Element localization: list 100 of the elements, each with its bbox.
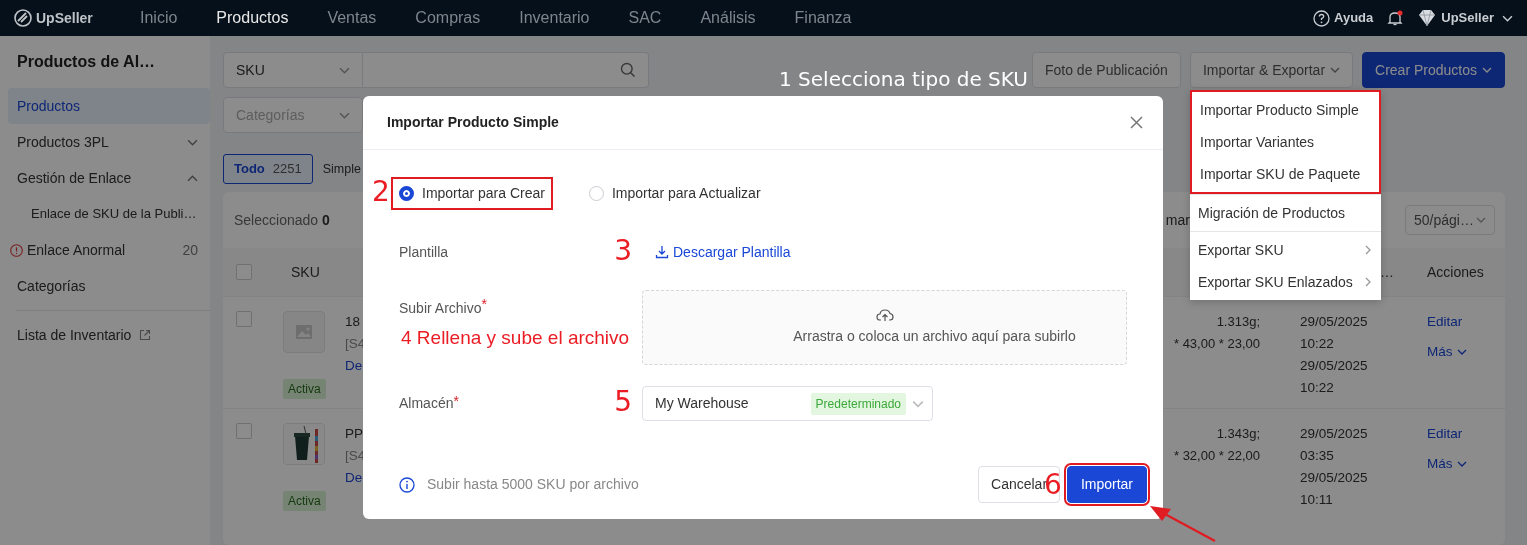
details-link[interactable]: De [345, 355, 363, 377]
date-text: 29/05/2025 [1300, 313, 1368, 331]
sidebar-item[interactable]: Gestión de Enlace [8, 160, 210, 196]
account-name[interactable]: UpSeller [1441, 8, 1494, 28]
nav-tab[interactable]: Inventario [519, 6, 590, 30]
date-text: 03:35 [1300, 447, 1334, 465]
dialog-title: Importar Producto Simple [387, 113, 559, 132]
selection-count: Seleccionado 0 [234, 210, 330, 230]
date-text: 10:11 [1300, 491, 1333, 509]
search-icon[interactable] [620, 62, 636, 78]
download-link[interactable]: Descargar Plantilla [655, 241, 791, 263]
dimensions-text: * 32,00 * 22,00 [1173, 447, 1260, 465]
sidebar-item[interactable]: Enlace Anormal 20 [8, 232, 210, 268]
warning-icon [10, 243, 23, 257]
radio-option[interactable]: Importar para Actualizar [580, 177, 769, 210]
nav-tab[interactable]: Análisis [700, 6, 756, 30]
step-note: 1 Selecciona tipo de SKU [779, 69, 1028, 90]
dropdown-button[interactable]: Importar & Exportar [1189, 52, 1354, 88]
required-mark: * [453, 392, 459, 411]
edit-link[interactable]: Editar [1427, 423, 1463, 445]
edit-link[interactable]: Editar [1427, 311, 1463, 333]
details-link[interactable]: De [345, 467, 363, 489]
filter-tab[interactable]: Simple [322, 159, 361, 179]
step-number: 2 [372, 178, 390, 206]
menu-item[interactable]: Migración de Productos [1190, 197, 1381, 229]
upload-limit-note: Subir hasta 5000 SKU por archivo [427, 475, 639, 494]
column-header: … [1380, 263, 1394, 280]
sort-button[interactable]: mar [1165, 209, 1190, 231]
date-text: 29/05/2025 [1300, 425, 1368, 443]
chevron-right-icon [1363, 245, 1373, 255]
column-header: SKU [291, 262, 321, 282]
nav-tab[interactable]: Productos [216, 6, 289, 30]
notification-bell-icon[interactable] [1387, 9, 1404, 27]
filter-tab[interactable]: Todo 2251 [223, 154, 313, 184]
download-icon [655, 245, 669, 259]
column-header: Acciones [1427, 263, 1484, 280]
step-note: 4 Rellena y sube el archivo [401, 328, 630, 347]
chevron-up-icon [187, 172, 198, 184]
field-label: Almacén [399, 394, 454, 413]
upload-dropzone[interactable]: Arrastra o coloca un archivo aquí para subirlo [642, 290, 1127, 365]
menu-item[interactable]: Exportar SKU Enlazados [1190, 266, 1381, 298]
image-placeholder-icon [283, 311, 325, 353]
sidebar-title: Productos de Al… [16, 52, 157, 72]
menu-item[interactable]: Importar SKU de Paquete [1192, 158, 1379, 190]
external-link-icon [139, 329, 152, 341]
checkbox[interactable] [236, 423, 252, 439]
sidebar-item[interactable]: Productos 3PL [8, 124, 210, 160]
warehouse-select[interactable]: My Warehouse Predeterminado [642, 386, 933, 421]
cloud-upload-icon [875, 308, 894, 322]
date-text: 29/05/2025 [1300, 357, 1368, 375]
sidebar-item[interactable]: Productos [8, 88, 210, 124]
status-tag: Activa [283, 491, 326, 511]
field-label: Subir Archivo [399, 299, 482, 318]
chevron-down-icon [1330, 65, 1341, 75]
search-field[interactable] [363, 52, 649, 88]
more-link[interactable]: Más [1427, 453, 1467, 475]
checkbox[interactable] [236, 264, 252, 280]
info-icon [399, 476, 415, 493]
import-button[interactable]: Importar [1066, 466, 1147, 503]
toolbar-button[interactable]: Foto de Publicación [1031, 52, 1181, 88]
nav-tab[interactable]: Compras [415, 6, 481, 30]
radio-option[interactable]: Importar para Crear [391, 177, 553, 210]
menu-item[interactable]: Exportar SKU [1190, 234, 1381, 266]
chevron-down-icon [1476, 215, 1486, 225]
sidebar-item[interactable]: Categorías [8, 268, 210, 304]
more-link[interactable]: Más [1427, 341, 1467, 363]
checkbox[interactable] [236, 311, 252, 327]
brand-name[interactable]: UpSeller [36, 7, 93, 29]
sidebar-item[interactable]: Enlace de SKU de la Publi… [8, 196, 210, 232]
menu-item[interactable]: Importar Variantes [1192, 126, 1379, 158]
help-icon[interactable] [1313, 9, 1330, 27]
step-number: 5 [614, 388, 632, 416]
help-link[interactable]: Ayuda [1334, 8, 1374, 28]
search-type-select[interactable]: SKU [223, 52, 363, 88]
chevron-right-icon [1363, 277, 1373, 287]
field-label: Plantilla [399, 242, 449, 262]
avatar-icon[interactable] [1417, 9, 1438, 27]
step-number: 3 [614, 237, 632, 265]
page-size-select[interactable]: 50/pági… [1405, 205, 1495, 235]
date-text: 10:22 [1300, 379, 1334, 397]
status-tag: Activa [283, 379, 326, 399]
menu-item[interactable]: Importar Producto Simple [1192, 94, 1379, 126]
weight-text: 1.343g; [1216, 425, 1260, 443]
sidebar-item[interactable]: Lista de Inventario [8, 317, 210, 353]
date-text: 29/05/2025 [1300, 469, 1368, 487]
logo-icon[interactable] [14, 9, 32, 27]
nav-tab[interactable]: SAC [628, 6, 662, 30]
date-text: 10:22 [1300, 335, 1334, 353]
nav-tab[interactable]: Inicio [140, 6, 178, 30]
close-icon[interactable] [1130, 116, 1143, 129]
nav-tab[interactable]: Finanza [794, 6, 852, 30]
create-button[interactable]: Crear Productos [1362, 52, 1505, 88]
weight-text: 1.313g; [1216, 313, 1260, 331]
chevron-down-icon [1482, 65, 1492, 75]
required-mark: * [481, 295, 487, 314]
chevron-down-icon [1456, 347, 1467, 357]
dimensions-text: * 43,00 * 23,00 [1173, 335, 1260, 353]
product-name: PP [345, 425, 363, 443]
product-name: 18 [345, 313, 361, 331]
nav-tab[interactable]: Ventas [327, 6, 377, 30]
